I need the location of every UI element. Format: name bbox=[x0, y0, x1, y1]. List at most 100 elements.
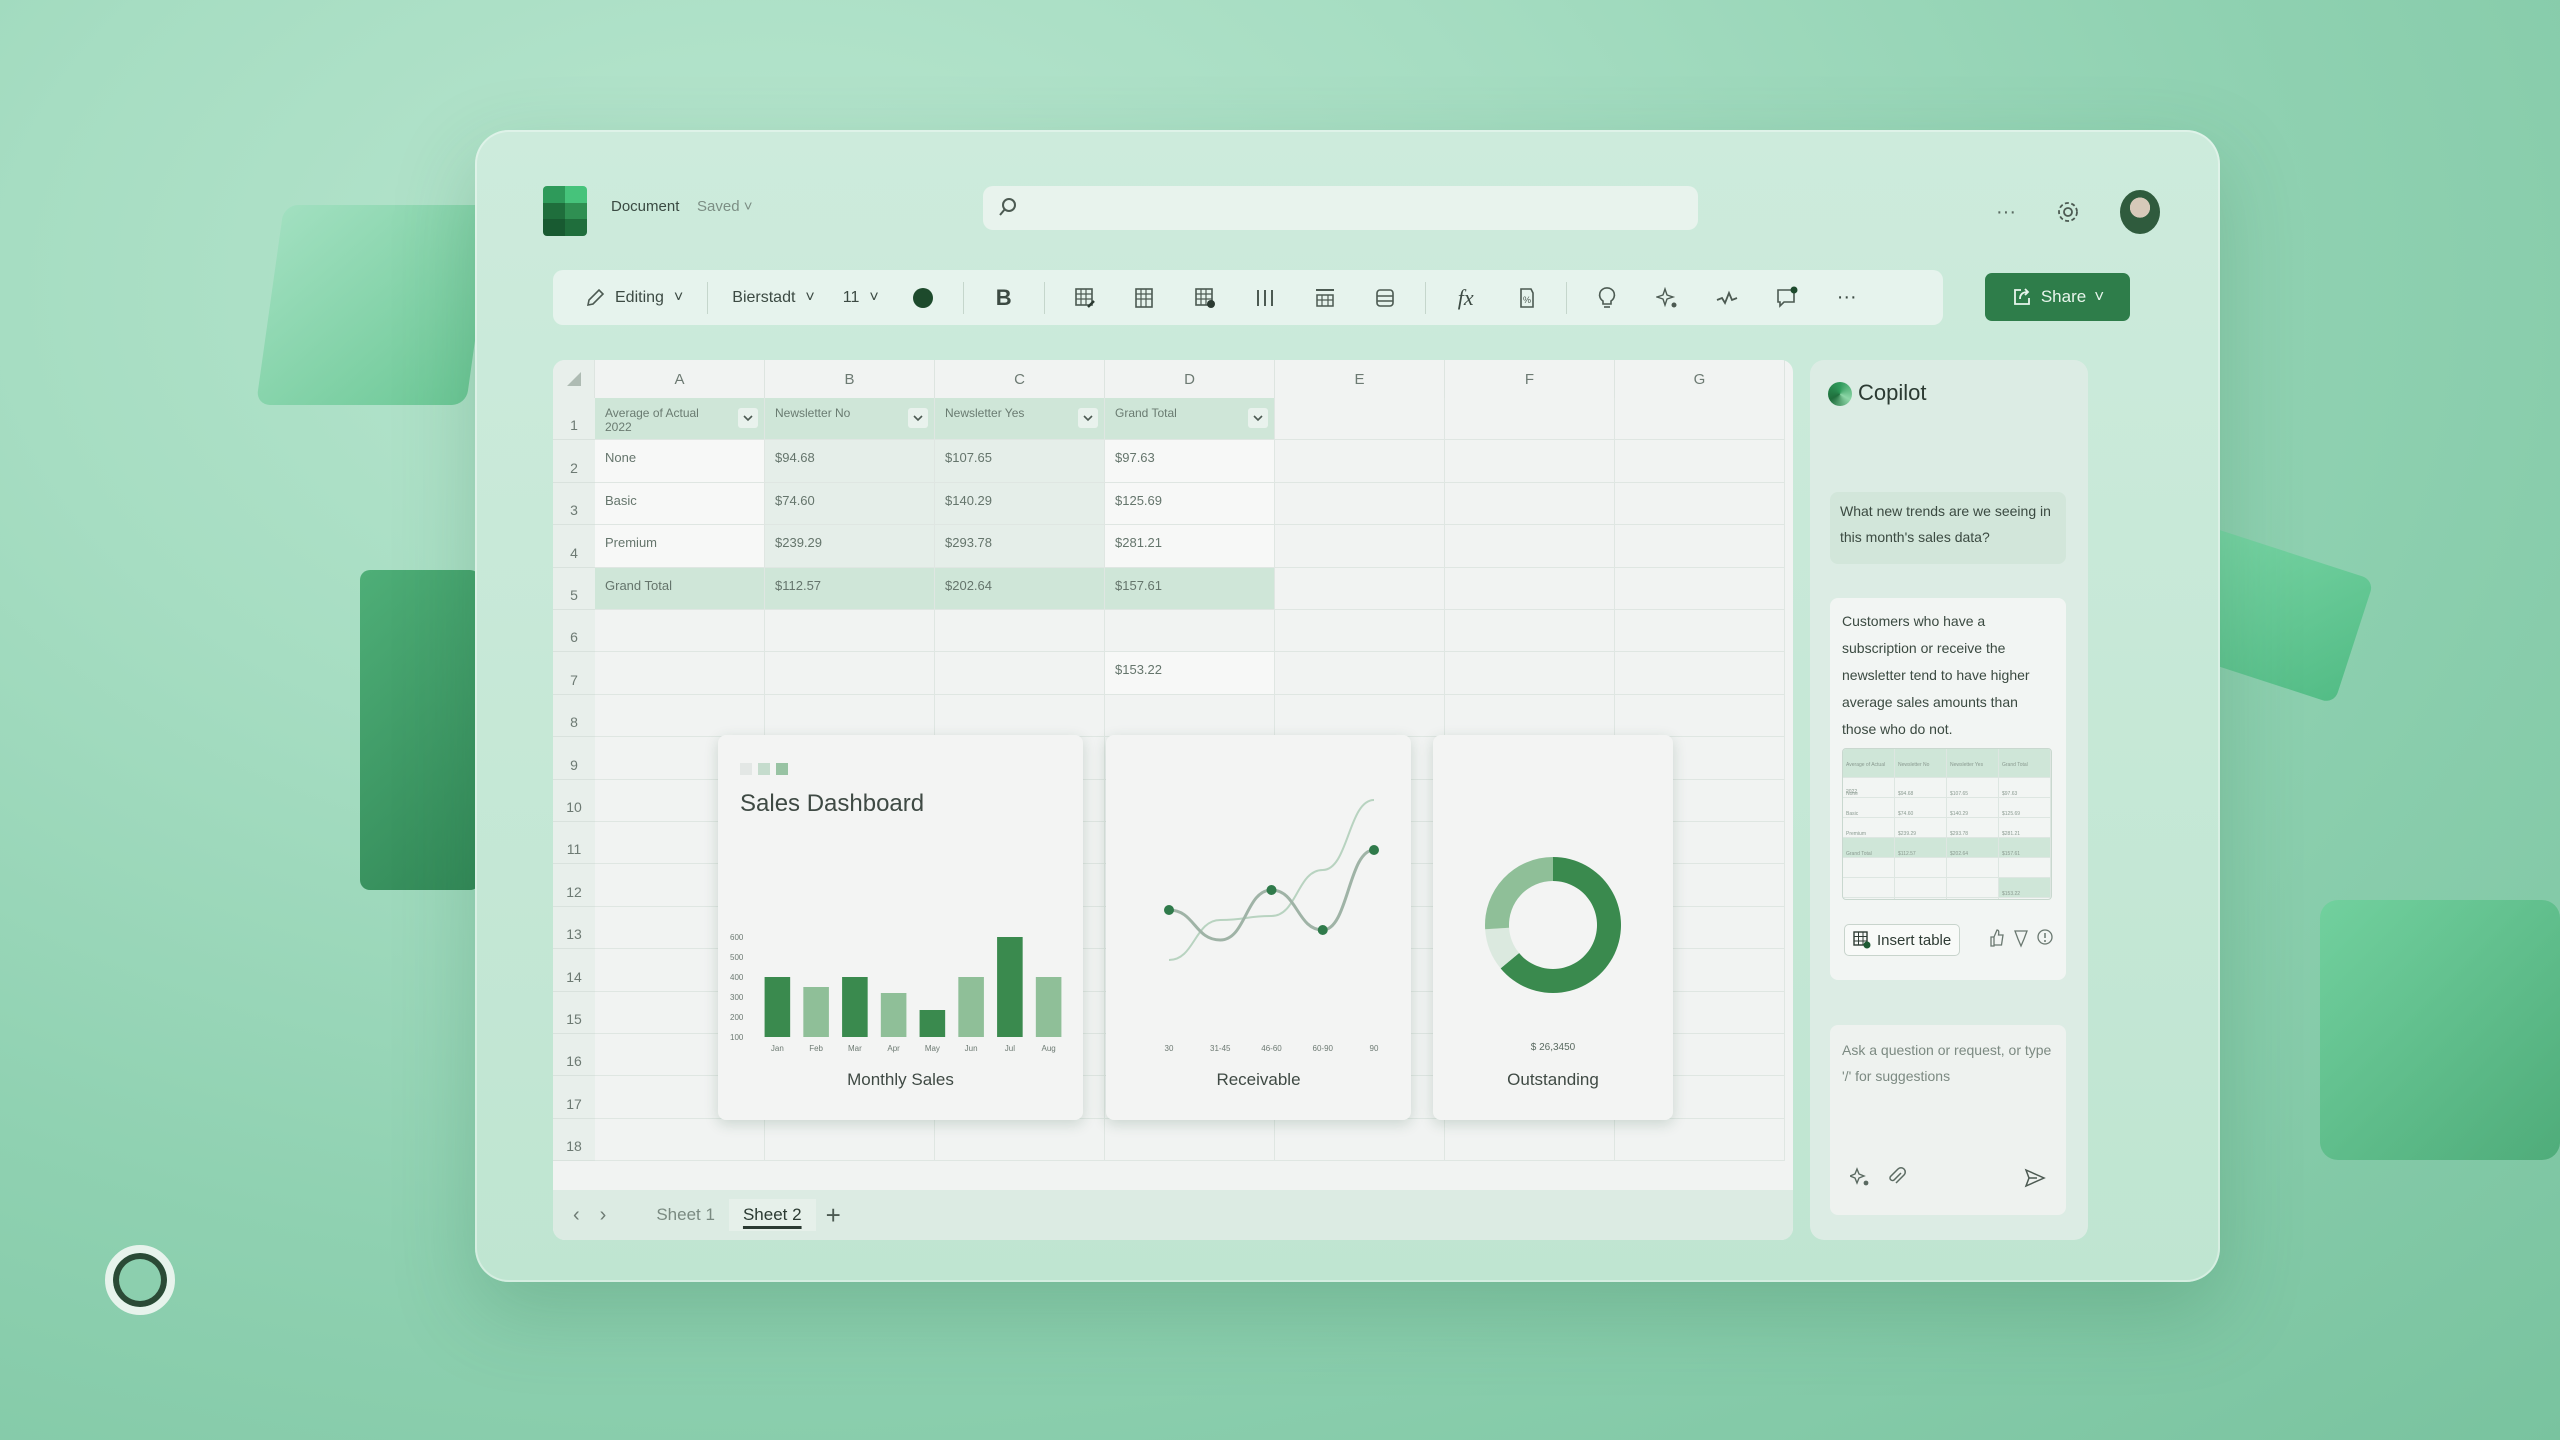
cell[interactable] bbox=[595, 694, 765, 738]
cell[interactable]: $293.78 bbox=[935, 525, 1105, 568]
cell[interactable]: Premium bbox=[595, 525, 765, 568]
report-icon[interactable] bbox=[2036, 928, 2054, 948]
cell[interactable]: $125.69 bbox=[1105, 482, 1275, 526]
table-edit-button[interactable] bbox=[1055, 270, 1115, 325]
cell[interactable] bbox=[1275, 440, 1445, 483]
cell[interactable] bbox=[1445, 567, 1615, 610]
thumbs-up-icon[interactable] bbox=[1988, 928, 2006, 948]
cell[interactable] bbox=[1105, 610, 1275, 653]
cell[interactable]: $153.22 bbox=[1105, 652, 1275, 695]
row-header[interactable]: 4 bbox=[553, 525, 595, 568]
columns-button[interactable] bbox=[1235, 270, 1295, 325]
cell[interactable] bbox=[765, 610, 935, 653]
cell[interactable] bbox=[765, 694, 935, 738]
send-icon[interactable] bbox=[2024, 1167, 2046, 1189]
filter-dropdown-button[interactable] bbox=[908, 408, 928, 428]
cell[interactable]: Average of Actual 2022 bbox=[595, 398, 765, 441]
user-avatar[interactable] bbox=[2120, 190, 2160, 234]
column-header[interactable]: G bbox=[1615, 360, 1785, 398]
row-header[interactable]: 18 bbox=[553, 1118, 595, 1162]
cell[interactable] bbox=[1615, 567, 1785, 610]
copilot-input[interactable]: Ask a question or request, or type '/' f… bbox=[1830, 1025, 2066, 1215]
column-header[interactable]: D bbox=[1105, 360, 1275, 398]
row-header[interactable]: 7 bbox=[553, 652, 595, 695]
attach-icon[interactable] bbox=[1888, 1167, 1906, 1187]
function-button[interactable]: fx bbox=[1436, 270, 1496, 325]
ideas-button[interactable] bbox=[1577, 270, 1637, 325]
row-header[interactable]: 6 bbox=[553, 610, 595, 653]
thumbs-down-icon[interactable] bbox=[2012, 928, 2030, 948]
column-header[interactable]: C bbox=[935, 360, 1105, 398]
cell[interactable]: $94.68 bbox=[765, 440, 935, 483]
comments-button[interactable] bbox=[1757, 270, 1817, 325]
cell[interactable] bbox=[935, 610, 1105, 653]
prompts-sparkle-icon[interactable] bbox=[1850, 1167, 1870, 1187]
row-header[interactable]: 16 bbox=[553, 1034, 595, 1077]
monthly-sales-card[interactable]: Sales Dashboard 100 200 300 400 500 600 Jan Feb… bbox=[718, 735, 1083, 1120]
cell[interactable] bbox=[1105, 1118, 1275, 1162]
cell[interactable] bbox=[935, 1118, 1105, 1162]
filter-dropdown-button[interactable] bbox=[1078, 408, 1098, 428]
cell[interactable] bbox=[1275, 694, 1445, 738]
cell[interactable] bbox=[1615, 525, 1785, 568]
column-header[interactable]: B bbox=[765, 360, 935, 398]
copilot-sparkle-button[interactable] bbox=[1637, 270, 1697, 325]
table-format-button[interactable] bbox=[1115, 270, 1175, 325]
cell[interactable]: $239.29 bbox=[765, 525, 935, 568]
column-header[interactable]: A bbox=[595, 360, 765, 398]
sparkline-button[interactable] bbox=[1697, 270, 1757, 325]
row-header[interactable]: 5 bbox=[553, 567, 595, 610]
insert-table-button[interactable]: Insert table bbox=[1844, 924, 1961, 956]
cell[interactable] bbox=[1615, 398, 1785, 441]
cell[interactable]: None bbox=[595, 440, 765, 483]
cell[interactable]: Grand Total bbox=[595, 567, 765, 610]
tab-sheet-2[interactable]: Sheet 2 bbox=[728, 1199, 816, 1231]
more-tools-button[interactable]: ··· bbox=[1817, 270, 1877, 325]
format-cells-button[interactable] bbox=[1355, 270, 1415, 325]
row-header[interactable]: 17 bbox=[553, 1076, 595, 1119]
insert-rows-button[interactable] bbox=[1295, 270, 1355, 325]
cell[interactable] bbox=[1445, 1118, 1615, 1162]
cell[interactable] bbox=[1445, 398, 1615, 441]
column-header[interactable]: F bbox=[1445, 360, 1615, 398]
row-header[interactable]: 10 bbox=[553, 779, 595, 822]
cell[interactable]: $202.64 bbox=[935, 567, 1105, 610]
receivable-card[interactable]: 30 31-45 46-60 60-90 90 Receivable bbox=[1106, 735, 1411, 1120]
editing-mode-dropdown[interactable]: Editing ˅ bbox=[571, 270, 697, 325]
cell[interactable] bbox=[1445, 610, 1615, 653]
cell[interactable]: $112.57 bbox=[765, 567, 935, 610]
save-status[interactable]: Saved ˅ bbox=[697, 198, 752, 215]
cell[interactable]: $107.65 bbox=[935, 440, 1105, 483]
cell[interactable] bbox=[1275, 482, 1445, 526]
row-header[interactable]: 2 bbox=[553, 440, 595, 483]
cell[interactable] bbox=[1275, 525, 1445, 568]
cell[interactable] bbox=[765, 1118, 935, 1162]
cell[interactable] bbox=[595, 610, 765, 653]
cell[interactable] bbox=[765, 652, 935, 695]
select-all-corner[interactable] bbox=[553, 360, 595, 398]
outstanding-card[interactable]: $ 26,3450 Outstanding bbox=[1433, 735, 1673, 1120]
cell[interactable] bbox=[1275, 652, 1445, 695]
cell[interactable] bbox=[935, 652, 1105, 695]
row-header[interactable]: 8 bbox=[553, 694, 595, 738]
cell[interactable] bbox=[1275, 1118, 1445, 1162]
cell[interactable] bbox=[595, 652, 765, 695]
cell[interactable] bbox=[935, 694, 1105, 738]
next-sheet-button[interactable]: › bbox=[590, 1204, 617, 1227]
cell[interactable]: Grand Total bbox=[1105, 398, 1275, 441]
filter-dropdown-button[interactable] bbox=[1248, 408, 1268, 428]
cell[interactable]: Newsletter Yes bbox=[935, 398, 1105, 441]
row-header[interactable]: 11 bbox=[553, 822, 595, 865]
cell[interactable]: Basic bbox=[595, 482, 765, 526]
cell[interactable]: $157.61 bbox=[1105, 567, 1275, 610]
number-format-button[interactable]: % bbox=[1496, 270, 1556, 325]
search-input[interactable] bbox=[983, 186, 1698, 230]
row-header[interactable]: 12 bbox=[553, 864, 595, 907]
document-title[interactable]: Document bbox=[611, 198, 679, 215]
row-header[interactable]: 1 bbox=[553, 398, 595, 441]
cell[interactable] bbox=[1275, 398, 1445, 441]
insert-table-button[interactable] bbox=[1175, 270, 1235, 325]
row-header[interactable]: 9 bbox=[553, 737, 595, 780]
cell[interactable] bbox=[1615, 440, 1785, 483]
cell[interactable] bbox=[1615, 482, 1785, 526]
